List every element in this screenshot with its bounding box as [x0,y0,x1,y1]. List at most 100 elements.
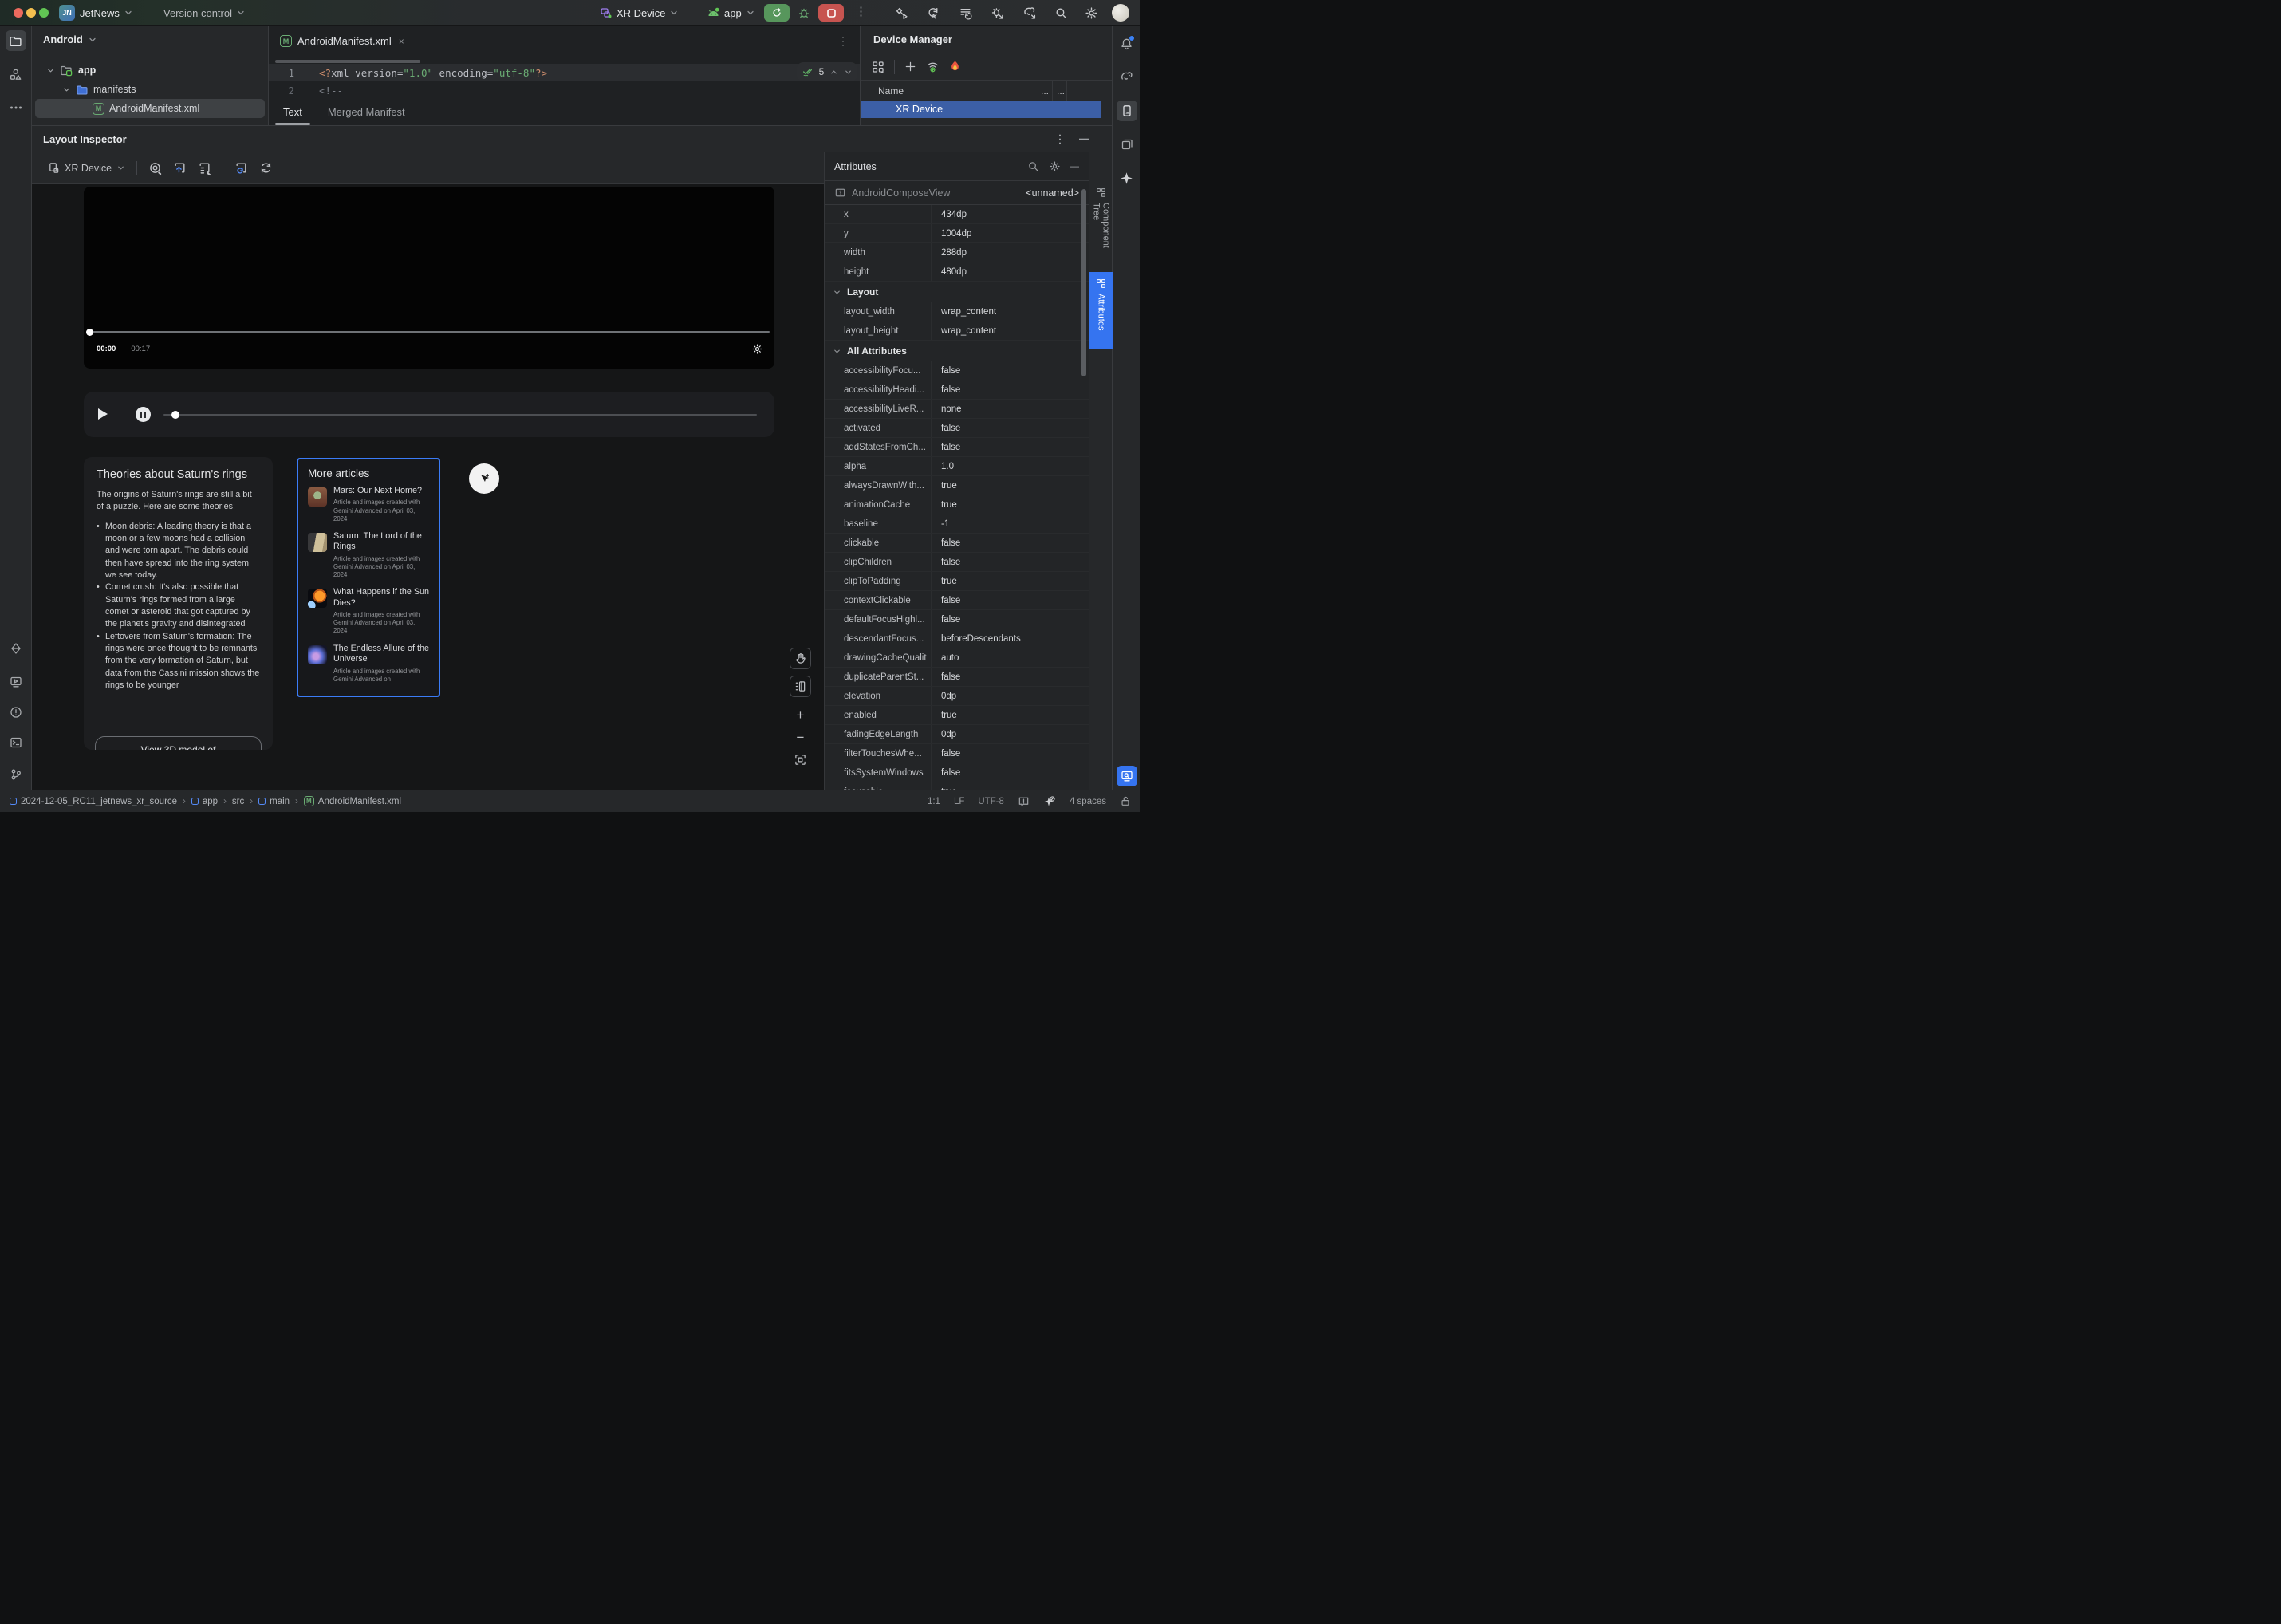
user-avatar[interactable] [1112,4,1129,22]
stop-button[interactable] [818,4,844,22]
process-selector[interactable]: XR Device [48,162,125,174]
group-devices-icon[interactable] [872,61,884,73]
breadcrumb-item[interactable]: main [258,797,290,806]
article-item[interactable]: What Happens if the Sun Dies? Article and… [308,587,431,635]
saturn-theories-card[interactable]: Theories about Saturn's rings The origin… [84,457,273,750]
column-status[interactable]: ... [1057,85,1065,97]
breadcrumb-item[interactable]: src [232,797,244,806]
section-all-attributes[interactable]: All Attributes [825,341,1089,361]
attribute-row[interactable]: contextClickable false [825,591,1089,610]
vcs-widget[interactable]: Version control [163,0,246,26]
editor-horizontal-scrollbar[interactable] [275,60,420,63]
tree-item-androidmanifest[interactable]: M AndroidManifest.xml [35,99,265,118]
attribute-row[interactable]: filterTouchesWhe... false [825,744,1089,763]
attribute-row[interactable]: layout_height wrap_content [825,321,1089,341]
minimize-panel-button[interactable]: — [1070,162,1080,171]
attribute-row[interactable]: activated false [825,419,1089,438]
breadcrumb-item[interactable]: 2024-12-05_RC11_jetnews_xr_source [10,797,177,806]
live-updates-icon[interactable] [234,161,248,175]
tree-item-app[interactable]: app [32,61,268,80]
layout-inspector-toggle-button[interactable] [1116,766,1137,786]
play-icon[interactable] [98,408,108,420]
gemini-tool-button[interactable] [1117,168,1137,188]
more-articles-card[interactable]: More articles Mars: Our Next Home? Articl… [297,458,440,697]
inspections-widget[interactable]: 5 [797,62,857,81]
attribute-row[interactable]: accessibilityHeadi... false [825,380,1089,400]
code-line[interactable]: 1 <?xml version="1.0" encoding="utf-8"?> [269,64,860,81]
column-api[interactable]: ... [1041,85,1049,97]
attribute-row[interactable]: width 288dp [825,243,1089,262]
gear-icon[interactable] [1049,160,1061,172]
minimize-window-button[interactable] [26,8,36,18]
code-area[interactable]: 1 <?xml version="1.0" encoding="utf-8"?> 2… [269,64,860,99]
pause-button[interactable] [136,407,151,422]
pan-mode-button[interactable] [790,648,811,669]
zoom-in-button[interactable]: + [790,704,811,726]
search-icon[interactable] [1027,160,1039,172]
close-tab-icon[interactable]: × [399,36,404,47]
audio-progress-track[interactable] [163,413,757,416]
attribute-row[interactable]: baseline -1 [825,514,1089,534]
minimize-panel-button[interactable]: — [1079,132,1089,144]
breadcrumb-item[interactable]: app [191,797,218,806]
attribute-row[interactable]: elevation 0dp [825,687,1089,706]
attribute-row[interactable]: duplicateParentSt... false [825,668,1089,687]
close-window-button[interactable] [14,8,23,18]
attributes-scrollbar[interactable] [1081,189,1086,376]
attribute-row[interactable]: accessibilityFocu... false [825,361,1089,380]
rerun-button[interactable] [764,4,790,22]
editor-tab-androidmanifest[interactable]: M AndroidManifest.xml × [269,26,412,57]
build-run-button[interactable] [895,6,908,20]
deep-inspect-icon[interactable] [173,161,187,175]
indent-setting[interactable]: 4 spaces [1070,797,1106,806]
file-encoding[interactable]: UTF-8 [978,797,1004,806]
settings-button[interactable] [1085,6,1098,20]
project-tool-button[interactable] [5,30,26,51]
code-line[interactable]: 2 <!-- [269,81,860,99]
resource-manager-tool-button[interactable] [6,64,26,85]
apply-code-changes-button[interactable] [991,6,1004,20]
problems-tool-button[interactable] [6,702,26,723]
device-row-xr-device[interactable]: XR Device [861,101,1101,118]
attribute-row[interactable]: clipToPadding true [825,572,1089,591]
caret-position[interactable]: 1:1 [928,797,940,806]
inspections-widget-icon[interactable] [1018,795,1030,807]
tab-component-tree[interactable]: Component Tree [1089,181,1113,267]
run-configuration-selector[interactable]: app [707,0,755,26]
add-device-icon[interactable] [904,61,916,73]
device-manager-tool-button[interactable] [1116,101,1137,121]
video-settings-button[interactable] [751,343,763,355]
tab-attributes[interactable]: Attributes [1089,272,1113,349]
apply-changes-button[interactable] [927,6,940,20]
attribute-row[interactable]: fadingEdgeLength 0dp [825,725,1089,744]
breadcrumb-item[interactable]: M AndroidManifest.xml [303,796,401,806]
attribute-row[interactable]: addStatesFromCh... false [825,438,1089,457]
attribute-row[interactable]: focusabletrue [825,782,1089,790]
gradle-tool-button[interactable] [1117,67,1137,88]
running-devices-tool-button[interactable] [6,672,26,692]
view-options-icon[interactable] [148,161,162,175]
rollback-button[interactable] [959,6,972,20]
attribute-row[interactable]: clipChildren false [825,553,1089,572]
line-ending[interactable]: LF [954,797,964,806]
layout-inspector-canvas[interactable]: 00:00 · 00:17 Theories about Saturn's ri… [32,184,824,790]
next-problem-icon[interactable] [844,68,853,77]
audio-progress-thumb[interactable] [171,410,179,419]
attribute-row[interactable]: alwaysDrawnWith... true [825,476,1089,495]
attribute-row[interactable]: layout_width wrap_content [825,302,1089,321]
zoom-to-fit-button[interactable] [790,749,811,771]
attribute-row[interactable]: accessibilityLiveR... none [825,400,1089,419]
prev-problem-icon[interactable] [829,68,838,77]
more-run-options-button[interactable]: ⋮ [855,4,867,18]
article-item[interactable]: Mars: Our Next Home? Article and images c… [308,486,431,523]
gradle-sync-button[interactable] [1022,6,1037,20]
firebase-icon[interactable] [949,60,961,73]
tab-merged-manifest[interactable]: Merged Manifest [328,106,405,118]
attribute-row[interactable]: fitsSystemWindows false [825,763,1089,782]
zoom-window-button[interactable] [39,8,49,18]
device-explorer-tool-button[interactable] [1117,134,1137,155]
3d-mode-button[interactable] [790,676,811,697]
build-variants-tool-button[interactable] [6,638,26,659]
article-item[interactable]: The Endless Allure of the Universe Articl… [308,644,431,684]
tab-text[interactable]: Text [275,106,310,125]
